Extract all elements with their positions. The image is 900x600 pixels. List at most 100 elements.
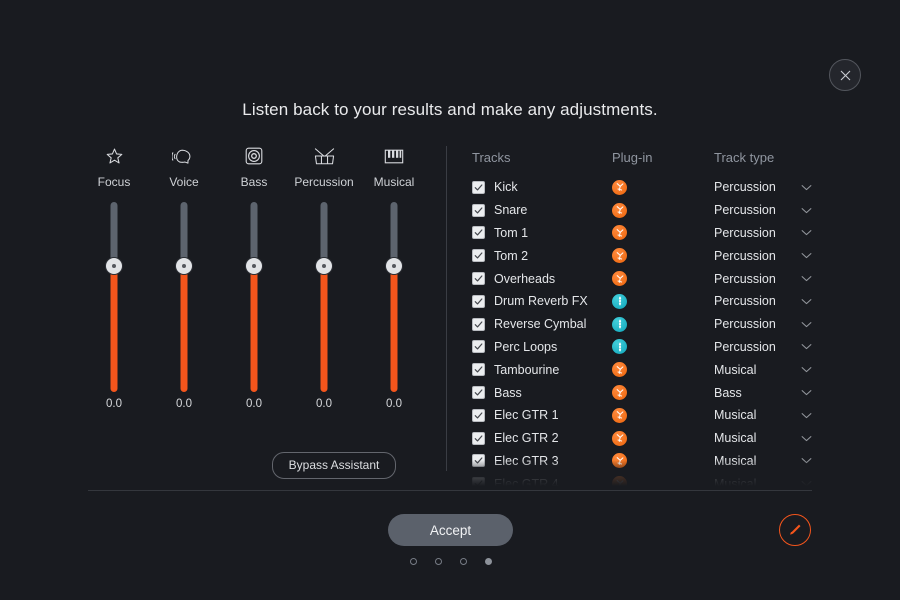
track-name-cell: Elec GTR 3 <box>472 454 612 468</box>
track-enabled-checkbox[interactable] <box>472 181 485 194</box>
table-row[interactable]: OverheadsPercussion <box>472 267 812 290</box>
table-row[interactable]: Elec GTR 3 Musical <box>472 450 812 473</box>
slider-label: Percussion <box>289 175 359 189</box>
track-enabled-checkbox[interactable] <box>472 295 485 308</box>
track-enabled-checkbox[interactable] <box>472 477 485 486</box>
channel-strip-icon[interactable] <box>612 362 627 377</box>
channel-strip-icon[interactable] <box>612 408 627 423</box>
track-type-dropdown[interactable]: Percussion <box>714 340 812 354</box>
plugin-cell <box>612 225 714 240</box>
track-type-label: Percussion <box>714 226 776 240</box>
track-name-label: Elec GTR 4 <box>494 477 559 486</box>
table-row[interactable]: BassBass <box>472 381 812 404</box>
channel-strip-icon[interactable] <box>612 180 627 195</box>
table-row[interactable]: Elec GTR 1Musical <box>472 404 812 427</box>
chevron-down-icon <box>801 480 812 486</box>
track-type-dropdown[interactable]: Percussion <box>714 272 812 286</box>
fader-icon[interactable] <box>612 317 627 332</box>
chevron-down-icon <box>801 184 812 191</box>
bypass-assistant-button[interactable]: Bypass Assistant <box>272 452 397 479</box>
tracks-table-body[interactable]: KickPercussionSnarePercussion Tom 1 Percus… <box>472 176 812 486</box>
fader-icon[interactable] <box>612 294 627 309</box>
fader-thumb[interactable] <box>316 258 332 274</box>
slider-strip-voice: Voice 0.0 <box>149 143 219 410</box>
pagination-dot[interactable] <box>460 558 467 565</box>
channel-strip-icon[interactable] <box>612 431 627 446</box>
table-row[interactable]: Tom 1 Percussion <box>472 222 812 245</box>
fader-thumb[interactable] <box>176 258 192 274</box>
track-enabled-checkbox[interactable] <box>472 432 485 445</box>
channel-strip-icon[interactable] <box>612 476 627 486</box>
track-enabled-checkbox[interactable] <box>472 318 485 331</box>
pencil-icon <box>787 522 803 538</box>
table-row[interactable]: Elec GTR 4 Musical <box>472 472 812 486</box>
track-enabled-checkbox[interactable] <box>472 340 485 353</box>
channel-strip-icon[interactable] <box>612 225 627 240</box>
fader-thumb[interactable] <box>386 258 402 274</box>
track-enabled-checkbox[interactable] <box>472 386 485 399</box>
track-type-dropdown[interactable]: Percussion <box>714 180 812 194</box>
fader-thumb[interactable] <box>246 258 262 274</box>
track-name-label: Tom 2 <box>494 249 528 263</box>
channel-strip-icon[interactable] <box>612 271 627 286</box>
slider-strip-musical: Musical 0.0 <box>359 143 429 410</box>
fader-voice[interactable] <box>149 202 219 392</box>
chevron-down-icon <box>801 389 812 396</box>
slider-label: Focus <box>79 175 149 189</box>
plugin-cell <box>612 453 714 468</box>
fader-thumb[interactable] <box>106 258 122 274</box>
plugin-cell <box>612 248 714 263</box>
channel-strip-icon[interactable] <box>612 453 627 468</box>
channel-strip-icon[interactable] <box>612 203 627 218</box>
track-type-dropdown[interactable]: Musical <box>714 408 812 422</box>
slider-label: Voice <box>149 175 219 189</box>
pagination-dot[interactable] <box>435 558 442 565</box>
track-enabled-checkbox[interactable] <box>472 454 485 467</box>
table-row[interactable]: Elec GTR 2Musical <box>472 427 812 450</box>
close-button[interactable] <box>829 59 861 91</box>
pagination-dots[interactable] <box>388 558 513 565</box>
track-type-dropdown[interactable]: Musical <box>714 363 812 377</box>
track-enabled-checkbox[interactable] <box>472 249 485 262</box>
track-enabled-checkbox[interactable] <box>472 409 485 422</box>
table-row[interactable]: SnarePercussion <box>472 199 812 222</box>
track-type-dropdown[interactable]: Percussion <box>714 226 812 240</box>
track-type-dropdown[interactable]: Musical <box>714 477 812 486</box>
track-name-label: Elec GTR 3 <box>494 454 559 468</box>
track-type-dropdown[interactable]: Percussion <box>714 249 812 263</box>
track-enabled-checkbox[interactable] <box>472 226 485 239</box>
track-name-label: Tom 1 <box>494 226 528 240</box>
track-enabled-checkbox[interactable] <box>472 363 485 376</box>
pagination-dot[interactable] <box>485 558 492 565</box>
fader-icon[interactable] <box>612 339 627 354</box>
track-name-label: Drum Reverb FX <box>494 294 588 308</box>
fader-value: 0.0 <box>359 398 429 410</box>
fader-musical[interactable] <box>359 202 429 392</box>
fader-bass[interactable] <box>219 202 289 392</box>
table-row[interactable]: Tom 2 Percussion <box>472 244 812 267</box>
accept-button[interactable]: Accept <box>388 514 513 546</box>
track-type-dropdown[interactable]: Percussion <box>714 294 812 308</box>
track-type-dropdown[interactable]: Percussion <box>714 203 812 217</box>
fader-track-lower <box>391 264 398 392</box>
assistant-sliders-panel: Focus 0.0 Voice <box>78 143 448 483</box>
channel-strip-icon[interactable] <box>612 385 627 400</box>
track-enabled-checkbox[interactable] <box>472 204 485 217</box>
track-type-dropdown[interactable]: Musical <box>714 454 812 468</box>
track-enabled-checkbox[interactable] <box>472 272 485 285</box>
table-row[interactable]: TambourineMusical <box>472 358 812 381</box>
fader-track-lower <box>181 264 188 392</box>
track-type-dropdown[interactable]: Musical <box>714 431 812 445</box>
track-type-dropdown[interactable]: Bass <box>714 386 812 400</box>
table-row[interactable]: Drum Reverb FX Percussion <box>472 290 812 313</box>
chevron-down-icon <box>801 412 812 419</box>
pagination-dot[interactable] <box>410 558 417 565</box>
edit-button[interactable] <box>779 514 811 546</box>
channel-strip-icon[interactable] <box>612 248 627 263</box>
track-type-dropdown[interactable]: Percussion <box>714 317 812 331</box>
table-row[interactable]: Perc LoopsPercussion <box>472 336 812 359</box>
table-row[interactable]: Reverse CymbalPercussion <box>472 313 812 336</box>
fader-focus[interactable] <box>79 202 149 392</box>
fader-percussion[interactable] <box>289 202 359 392</box>
table-row[interactable]: KickPercussion <box>472 176 812 199</box>
